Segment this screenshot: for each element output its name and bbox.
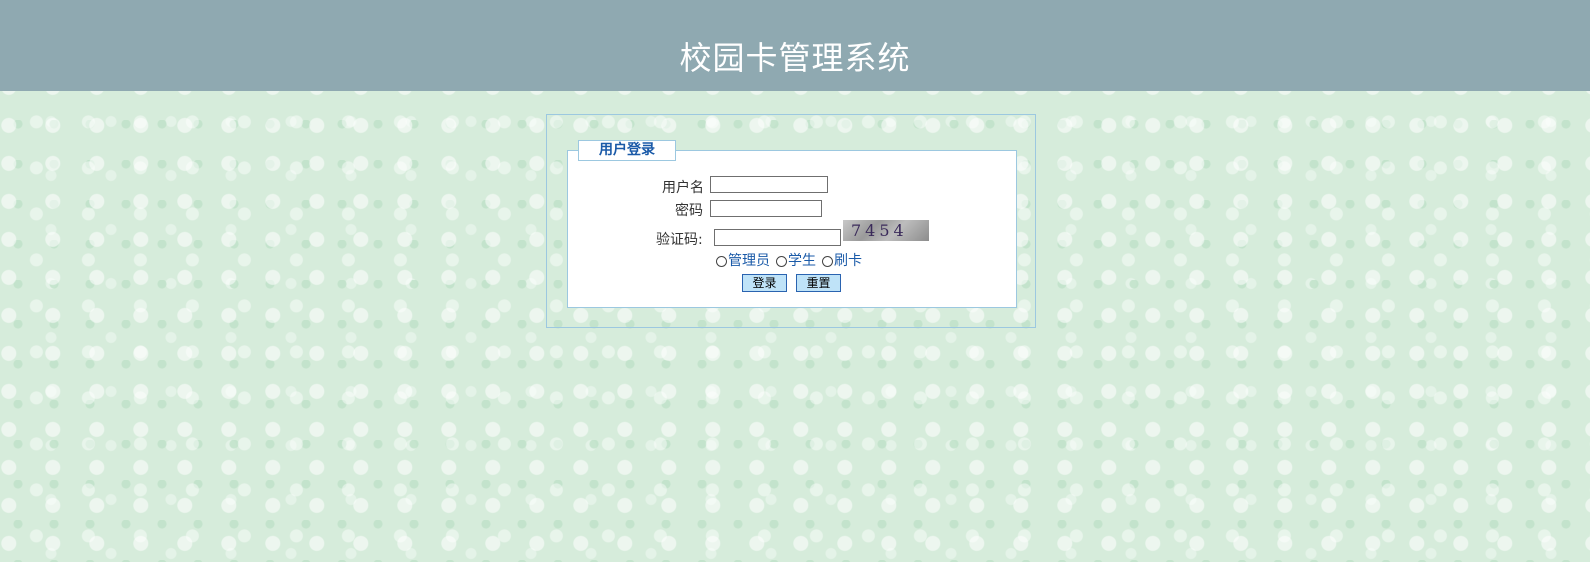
captcha-image[interactable]: 7454 (843, 220, 929, 241)
login-legend: 用户登录 (578, 140, 676, 161)
radio-button-icon[interactable] (716, 255, 727, 267)
login-button[interactable]: 登录 (742, 274, 787, 292)
password-label: 密码 (675, 203, 703, 219)
role-radio-admin[interactable]: 管理员 (716, 250, 770, 270)
role-radio-group: 管理员 学生 刷卡 (716, 250, 868, 270)
role-radio-card[interactable]: 刷卡 (822, 250, 862, 270)
radio-button-icon[interactable] (776, 255, 787, 267)
role-label-admin: 管理员 (728, 253, 770, 269)
captcha-input[interactable] (714, 229, 841, 246)
role-label-student: 学生 (788, 253, 816, 269)
role-radio-student[interactable]: 学生 (776, 250, 816, 270)
password-input[interactable] (710, 200, 822, 217)
role-label-card: 刷卡 (834, 253, 862, 269)
reset-button[interactable]: 重置 (796, 274, 841, 292)
page-header: 校园卡管理系统 (0, 0, 1590, 91)
page-title: 校园卡管理系统 (679, 39, 911, 77)
username-label: 用户名 (662, 180, 704, 196)
radio-button-icon[interactable] (822, 255, 833, 267)
captcha-label: 验证码: (656, 232, 703, 248)
username-input[interactable] (710, 176, 828, 193)
